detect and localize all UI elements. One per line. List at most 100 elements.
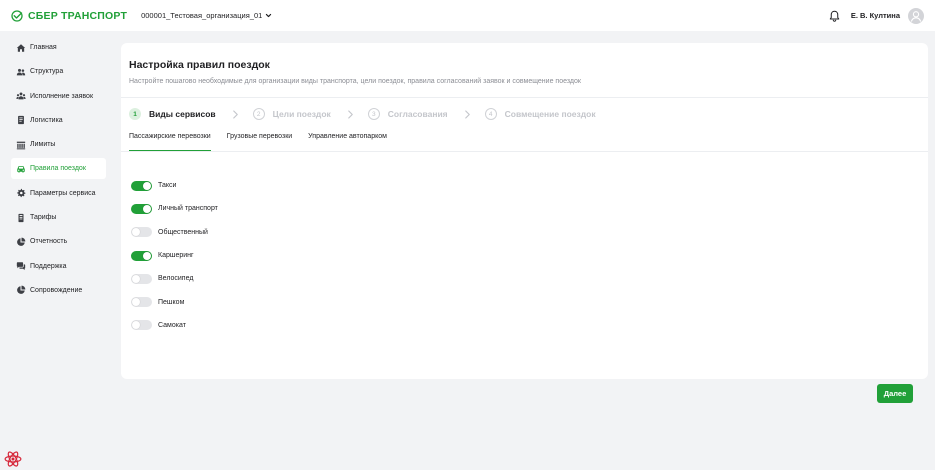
step-trip-combining[interactable]: 4 Совмещение поездок — [484, 108, 596, 120]
toggle-knob — [143, 204, 151, 213]
avatar[interactable] — [908, 7, 924, 24]
toggle-label: Велосипед — [158, 275, 194, 283]
step-number: 2 — [252, 108, 265, 120]
top-header: СБЕР ТРАНСПОРТ 000001_Тестовая_организац… — [0, 0, 935, 31]
tab-passenger-transport[interactable]: Пассажирские перевозки — [129, 133, 211, 152]
toggle-label: Каршеринг — [158, 252, 194, 260]
tabs-divider — [121, 151, 928, 152]
service-toggles: Такси Личный транспорт Общественный Карш… — [131, 174, 218, 337]
toggle-row-bicycle: Велосипед — [131, 267, 218, 290]
sidebar-item-label: Исполнение заявок — [30, 92, 94, 100]
tab-fleet-management[interactable]: Управление автопарком — [308, 133, 387, 152]
toggle-knob — [132, 298, 140, 307]
users-icon — [16, 67, 26, 77]
stepper: 1 Виды сервисов 2 Цели поездок 3 Согласо… — [129, 107, 596, 121]
taxi-toggle[interactable] — [131, 180, 152, 191]
sidebar-item-accompaniment[interactable]: Сопровождение — [11, 280, 106, 301]
step-label: Согласования — [387, 109, 448, 119]
chat-icon — [16, 261, 26, 271]
bell-icon[interactable] — [829, 10, 840, 22]
page-subtitle: Настройте пошагово необходимые для орган… — [129, 78, 581, 85]
sidebar: Главная Структура Исполнение заявок Логи… — [11, 37, 106, 304]
chevron-right-icon — [232, 109, 238, 119]
step-number: 3 — [367, 108, 380, 120]
sidebar-item-label: Лимиты — [30, 141, 56, 149]
walking-toggle[interactable] — [131, 297, 152, 308]
limits-icon — [16, 140, 26, 150]
sidebar-item-label: Отчетность — [30, 238, 68, 246]
public-transport-toggle[interactable] — [131, 227, 152, 238]
step-label: Виды сервисов — [149, 109, 216, 119]
toggle-label: Личный транспорт — [158, 205, 218, 213]
sidebar-item-label: Главная — [30, 44, 57, 51]
sidebar-item-limits[interactable]: Лимиты — [11, 134, 106, 155]
carsharing-toggle[interactable] — [131, 250, 152, 261]
sidebar-item-home[interactable]: Главная — [11, 37, 106, 58]
transport-tabs: Пассажирские перевозки Грузовые перевозк… — [129, 133, 403, 152]
sidebar-item-logistics[interactable]: Логистика — [11, 110, 106, 131]
toggle-knob — [132, 274, 140, 283]
toggle-row-taxi: Такси — [131, 174, 218, 197]
step-label: Цели поездок — [272, 109, 331, 119]
organization-name: 000001_Тестовая_организация_01 — [141, 11, 263, 20]
sidebar-item-label: Структура — [30, 68, 64, 76]
toggle-row-walking: Пешком — [131, 290, 218, 313]
step-number: 1 — [129, 108, 141, 120]
toggle-label: Общественный — [158, 228, 208, 236]
user-name[interactable]: Е. В. Култина — [851, 11, 900, 20]
react-devtools-icon[interactable] — [4, 450, 22, 468]
toggle-row-public-transport: Общественный — [131, 221, 218, 244]
brand-logo[interactable]: СБЕР ТРАНСПОРТ — [11, 10, 127, 22]
next-button[interactable]: Далее — [877, 384, 913, 403]
sidebar-item-requests[interactable]: Исполнение заявок — [11, 86, 106, 107]
toggle-knob — [132, 228, 140, 237]
sidebar-item-reports[interactable]: Отчетность — [11, 231, 106, 252]
organization-select[interactable]: 000001_Тестовая_организация_01 — [141, 11, 272, 20]
sber-logo-icon — [11, 9, 23, 22]
sidebar-item-label: Тарифы — [30, 214, 57, 222]
step-service-types[interactable]: 1 Виды сервисов — [129, 108, 216, 120]
step-approvals[interactable]: 3 Согласования — [367, 108, 448, 120]
chevron-right-icon — [347, 109, 353, 119]
toggle-knob — [143, 181, 151, 190]
chevron-down-icon — [266, 13, 272, 18]
sidebar-item-label: Логистика — [30, 116, 63, 124]
chevron-right-icon — [464, 109, 470, 119]
user-avatar-icon — [910, 10, 922, 22]
tariff-icon — [16, 213, 26, 223]
header-divider — [121, 97, 928, 98]
sidebar-item-label: Параметры сервиса — [30, 189, 96, 197]
brand-name: СБЕР ТРАНСПОРТ — [28, 9, 128, 22]
team-icon — [16, 91, 26, 101]
toggle-label: Пешком — [158, 298, 185, 306]
personal-transport-toggle[interactable] — [131, 203, 152, 214]
car-icon — [16, 164, 26, 174]
pie-chart-icon — [16, 285, 26, 295]
step-label: Совмещение поездок — [504, 109, 596, 119]
bicycle-toggle[interactable] — [131, 273, 152, 284]
gear-icon — [16, 188, 26, 198]
step-trip-purposes[interactable]: 2 Цели поездок — [252, 108, 331, 120]
pie-chart-icon — [16, 237, 26, 247]
trip-rules-card: Настройка правил поездок Настройте пошаг… — [121, 43, 928, 379]
toggle-row-carsharing: Каршеринг — [131, 244, 218, 267]
toggle-row-scooter: Самокат — [131, 314, 218, 337]
sidebar-item-trip-rules[interactable]: Правила поездок — [11, 158, 106, 180]
document-icon — [16, 115, 26, 125]
home-icon — [16, 43, 26, 53]
toggle-row-personal-transport: Личный транспорт — [131, 197, 218, 220]
sidebar-item-label: Сопровождение — [30, 286, 83, 294]
page-title: Настройка правил поездок — [129, 59, 270, 71]
sidebar-item-structure[interactable]: Структура — [11, 61, 106, 82]
toggle-knob — [132, 321, 140, 330]
toggle-label: Такси — [158, 182, 177, 190]
toggle-label: Самокат — [158, 321, 186, 329]
tab-cargo-transport[interactable]: Грузовые перевозки — [227, 133, 292, 152]
sidebar-item-label: Правила поездок — [30, 165, 86, 173]
sidebar-item-support[interactable]: Поддержка — [11, 256, 106, 277]
header-user-area: Е. В. Култина — [829, 0, 924, 31]
scooter-toggle[interactable] — [131, 320, 152, 331]
toggle-knob — [143, 251, 151, 260]
sidebar-item-tariffs[interactable]: Тарифы — [11, 207, 106, 228]
sidebar-item-service-params[interactable]: Параметры сервиса — [11, 183, 106, 204]
